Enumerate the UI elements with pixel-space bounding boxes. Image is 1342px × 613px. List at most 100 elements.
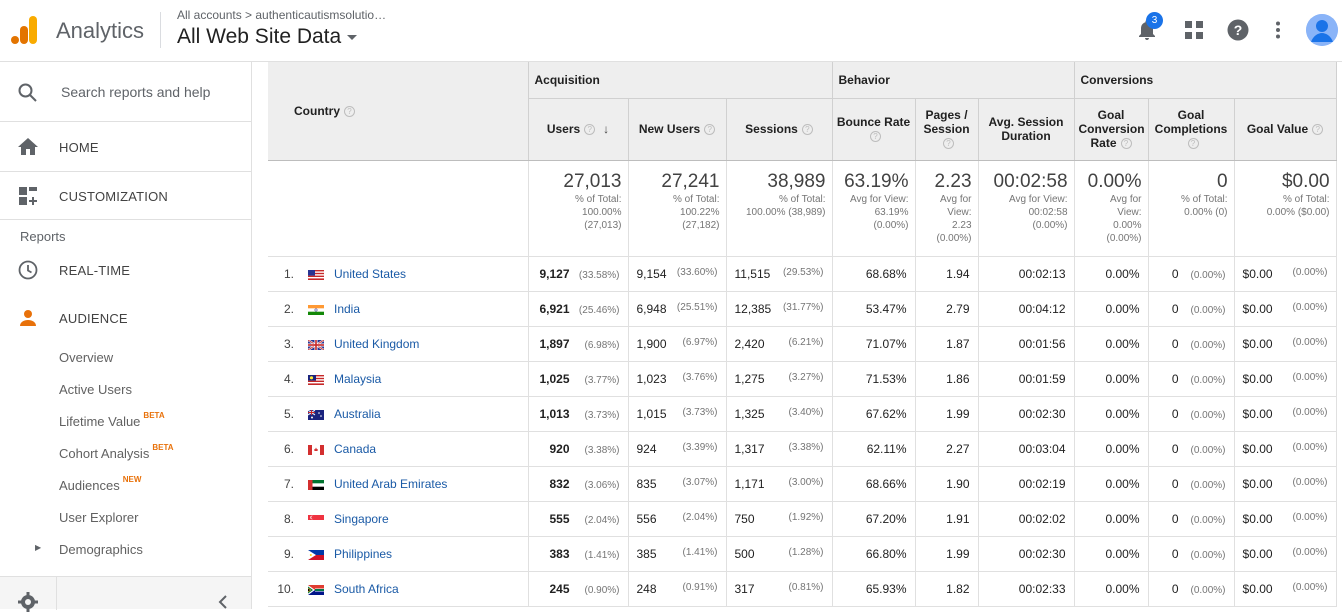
column-header-users[interactable]: Users? ↓ <box>528 98 629 161</box>
help-button[interactable]: ? <box>1225 17 1251 43</box>
help-icon[interactable]: ? <box>1187 138 1199 150</box>
bounce-rate-cell: 71.53% <box>832 361 916 397</box>
search-reports[interactable]: Search reports and help <box>0 62 251 122</box>
column-header-goal-completions[interactable]: Goal Completions? <box>1148 98 1235 161</box>
goal-value-value: $0.00 <box>1242 441 1273 456</box>
sort-down-icon[interactable]: ↓ <box>603 122 609 136</box>
subitem-label: Lifetime Value <box>59 414 141 429</box>
total-note: 63.19% <box>874 206 909 218</box>
row-rank: 3. <box>283 336 294 351</box>
pages-session-cell: 1.91 <box>915 501 979 537</box>
column-header-pages-session[interactable]: Pages / Session? <box>915 98 979 161</box>
total-new-users: 27,241% of Total: 100.22% (27,182) <box>628 160 727 257</box>
column-header-goal-value[interactable]: Goal Value? <box>1234 98 1337 161</box>
country-cell: 1. United States <box>268 256 529 292</box>
help-icon[interactable]: ? <box>704 124 716 136</box>
view-selector[interactable]: All Web Site Data <box>177 25 358 49</box>
collapse-chevron-icon[interactable] <box>218 595 228 609</box>
sessions-value: 1,171 <box>734 476 765 491</box>
goal-completions-percent: (0.00%) <box>1190 304 1226 316</box>
country-link[interactable]: United States <box>334 267 406 281</box>
country-link[interactable]: Malaysia <box>334 372 381 386</box>
row-rank: 4. <box>283 371 294 386</box>
apps-grid-icon <box>1185 21 1203 39</box>
country-link[interactable]: South Africa <box>334 582 399 596</box>
sessions-percent: (1.92%) <box>788 511 824 523</box>
goal-value-cell: $0.00 (0.00%) <box>1234 256 1337 292</box>
help-icon[interactable]: ? <box>1120 138 1132 150</box>
users-percent: (3.77%) <box>584 374 620 386</box>
column-header-avg-session-duration[interactable]: Avg. Session Duration <box>978 98 1075 161</box>
goal-completions-value: 0 <box>1171 511 1179 526</box>
sidebar-subitem-cohort-analysis[interactable]: Cohort Analysis BETA <box>59 443 174 461</box>
sessions-cell: 1,325 (3.40%) <box>726 396 833 432</box>
sidebar-subitem-user-explorer[interactable]: User Explorer <box>59 510 138 525</box>
goal-value-percent: (0.00%) <box>1292 581 1328 593</box>
settings-gear-icon[interactable] <box>17 591 39 613</box>
total-note: % of Total: <box>574 193 622 205</box>
help-icon[interactable]: ? <box>344 106 355 118</box>
new-users-percent: (3.76%) <box>682 371 718 383</box>
table-row: 6. Canada 920 (3.38%) 924 (3.39%) 1,317 (3.38%)… <box>268 431 1337 467</box>
sidebar-item-audience[interactable]: AUDIENCE <box>0 294 251 342</box>
sidebar-item-home[interactable]: HOME <box>0 123 251 171</box>
sidebar-item-realtime[interactable]: REAL-TIME <box>0 246 251 294</box>
country-cell: 9. Philippines <box>268 536 529 572</box>
column-header-new-users[interactable]: New Users? <box>628 98 727 161</box>
users-percent: (6.98%) <box>584 339 620 351</box>
subitem-label: Audiences <box>59 478 120 493</box>
column-header-bounce-rate[interactable]: Bounce Rate? <box>832 98 916 161</box>
account-avatar[interactable] <box>1306 14 1338 46</box>
sidebar-subitem-audiences[interactable]: Audiences NEW <box>59 475 141 493</box>
help-icon[interactable]: ? <box>584 124 596 136</box>
total-goal-completions: 0% of Total: 0.00% (0) <box>1148 160 1235 257</box>
pages-session-cell: 1.99 <box>915 536 979 572</box>
total-value: $0.00 <box>1281 170 1330 192</box>
user-avatar-icon <box>1306 14 1338 46</box>
avg-duration-cell: 00:02:33 <box>978 571 1075 607</box>
avg-duration-cell: 00:01:59 <box>978 361 1075 397</box>
breadcrumb[interactable]: All accounts > authenticautismsolutio… <box>177 8 386 22</box>
new-users-percent: (6.97%) <box>682 336 718 348</box>
column-header-sessions[interactable]: Sessions? <box>726 98 833 161</box>
notifications-button[interactable]: 3 <box>1134 12 1163 43</box>
new-users-value: 1,900 <box>636 336 667 351</box>
sidebar-subitem-active-users[interactable]: Active Users <box>59 382 132 397</box>
sidebar-subitem-demographics[interactable]: ▶ Demographics <box>35 542 143 557</box>
goal-completions-value: 0 <box>1171 266 1179 281</box>
country-link[interactable]: Philippines <box>334 547 392 561</box>
goal-completions-cell: 0 (0.00%) <box>1148 291 1235 327</box>
help-icon[interactable]: ? <box>801 124 813 136</box>
sidebar-subitem-overview[interactable]: Overview <box>59 350 113 365</box>
sessions-value: 1,275 <box>734 371 765 386</box>
goal-value-cell: $0.00 (0.00%) <box>1234 536 1337 572</box>
help-icon[interactable]: ? <box>870 131 882 143</box>
column-header-goal-conversion-rate[interactable]: Goal Conversion Rate? <box>1074 98 1149 161</box>
total-note: Avg for View: <box>1008 193 1068 205</box>
country-link[interactable]: India <box>334 302 360 316</box>
sessions-value: 11,515 <box>734 266 771 281</box>
more-options-button[interactable] <box>1265 17 1291 43</box>
pages-session-cell: 1.90 <box>915 466 979 502</box>
sidebar-item-customization[interactable]: CUSTOMIZATION <box>0 172 251 220</box>
analytics-logo-icon[interactable] <box>10 14 40 46</box>
users-percent: (0.90%) <box>584 584 620 596</box>
goal-completions-percent: (0.00%) <box>1190 444 1226 456</box>
country-link[interactable]: United Kingdom <box>334 337 419 351</box>
apps-button[interactable] <box>1181 17 1207 43</box>
country-link[interactable]: United Arab Emirates <box>334 477 447 491</box>
total-avg-session-duration: 00:02:58 Avg for View: 00:02:58 (0.00%) <box>978 160 1075 257</box>
goal-conversion-rate-cell: 0.00% <box>1074 361 1149 397</box>
country-link[interactable]: Singapore <box>334 512 389 526</box>
sidebar-subitem-lifetime-value[interactable]: Lifetime Value BETA <box>59 411 165 429</box>
country-link[interactable]: Canada <box>334 442 376 456</box>
column-header-country[interactable]: Country? <box>268 62 529 161</box>
users-value: 555 <box>549 511 570 526</box>
country-link[interactable]: Australia <box>334 407 381 421</box>
help-icon[interactable]: ? <box>943 138 955 150</box>
report-content: Country? Acquisition Behavior Conversion… <box>252 62 1342 609</box>
sessions-value: 2,420 <box>734 336 765 351</box>
sessions-cell: 500 (1.28%) <box>726 536 833 572</box>
goal-completions-percent: (0.00%) <box>1190 409 1226 421</box>
help-icon[interactable]: ? <box>1312 124 1324 136</box>
